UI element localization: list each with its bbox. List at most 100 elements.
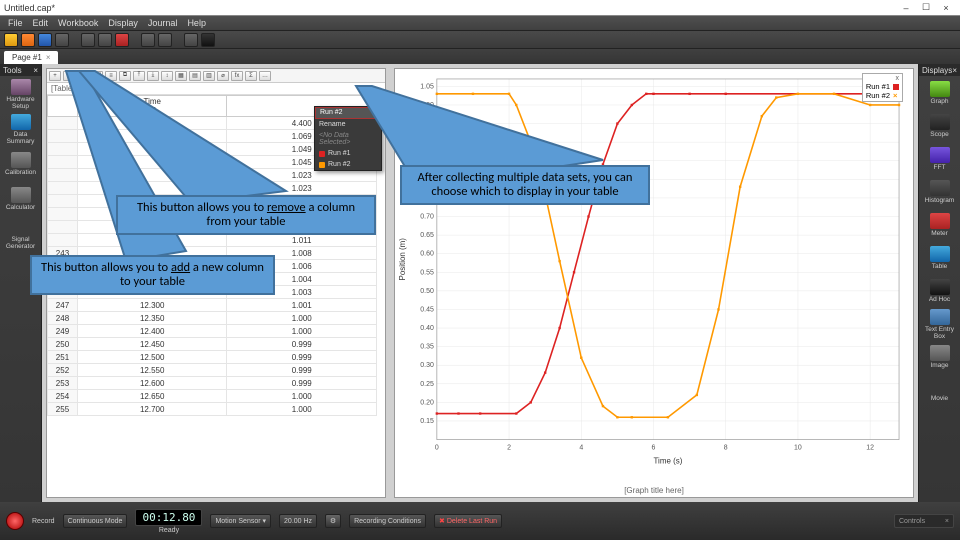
tb-save-icon[interactable] bbox=[38, 33, 52, 47]
tb-more-icon[interactable]: … bbox=[259, 71, 271, 81]
tb-fx-icon[interactable]: fx bbox=[231, 71, 243, 81]
tb-page-del-icon[interactable] bbox=[115, 33, 129, 47]
tb-redo-icon[interactable] bbox=[158, 33, 172, 47]
tb-add-column-icon[interactable]: + bbox=[49, 71, 61, 81]
run-menu-run2[interactable]: Run #2 bbox=[315, 159, 381, 170]
table-row[interactable]: 25112.5000.999 bbox=[48, 351, 377, 364]
display-image[interactable]: Image bbox=[921, 341, 959, 373]
chart-area[interactable]: 0.150.200.250.300.350.400.450.500.550.60… bbox=[395, 69, 913, 485]
display-movie[interactable]: Movie bbox=[921, 374, 959, 406]
tb-sort-desc-icon[interactable]: ⤓ bbox=[147, 71, 159, 81]
page-tab-close-icon[interactable]: × bbox=[46, 53, 51, 62]
calibration-icon bbox=[11, 152, 31, 168]
tb-new-icon[interactable] bbox=[4, 33, 18, 47]
movie-icon bbox=[930, 378, 950, 394]
sample-rate[interactable]: 20.00 Hz bbox=[279, 514, 317, 528]
table-row[interactable]: 1.011 bbox=[48, 234, 377, 247]
graph-title-placeholder[interactable]: [Graph title here] bbox=[395, 485, 913, 497]
display-graph[interactable]: Graph bbox=[921, 77, 959, 109]
controls-box[interactable]: Controls× bbox=[894, 514, 954, 528]
displays-panel-close-icon[interactable]: × bbox=[952, 66, 957, 75]
legend-run1[interactable]: Run #1 bbox=[864, 82, 901, 91]
tool-calibration[interactable]: Calibration bbox=[2, 147, 40, 181]
tb-sort-icon[interactable]: ↕ bbox=[161, 71, 173, 81]
table-row[interactable]: 25412.6501.000 bbox=[48, 390, 377, 403]
record-button[interactable] bbox=[6, 512, 24, 530]
svg-text:0.90: 0.90 bbox=[420, 139, 434, 146]
menu-workbook[interactable]: Workbook bbox=[58, 18, 98, 28]
run-dropdown-icon[interactable]: ▾ bbox=[372, 109, 376, 117]
window-minimize-button[interactable]: – bbox=[896, 3, 916, 13]
table-row[interactable]: 25212.5500.999 bbox=[48, 364, 377, 377]
sensor-selector[interactable]: Motion Sensor ▾ bbox=[210, 514, 271, 528]
svg-text:0.60: 0.60 bbox=[420, 251, 434, 258]
tb-grid1-icon[interactable]: ▦ bbox=[175, 71, 187, 81]
delete-last-run[interactable]: ✖Delete Last Run bbox=[434, 514, 502, 528]
tool-hardware-setup[interactable]: Hardware Setup bbox=[2, 77, 40, 111]
run-menu-nodata[interactable]: <No Data Selected> bbox=[315, 130, 381, 148]
menu-file[interactable]: File bbox=[8, 18, 23, 28]
display-meter[interactable]: Meter bbox=[921, 209, 959, 241]
svg-text:10: 10 bbox=[794, 445, 802, 452]
tb-delete-icon[interactable]: ⌫ bbox=[91, 71, 103, 81]
table-row[interactable]: 1.023 bbox=[48, 182, 377, 195]
table-row[interactable]: 24912.4001.000 bbox=[48, 325, 377, 338]
window-close-button[interactable]: × bbox=[936, 3, 956, 13]
table-row[interactable]: 25512.7001.000 bbox=[48, 403, 377, 416]
table-row[interactable]: 24812.3501.000 bbox=[48, 312, 377, 325]
tb-undo-icon[interactable] bbox=[141, 33, 155, 47]
tool-calculator[interactable]: Calculator bbox=[2, 182, 40, 216]
page-tab-1[interactable]: Page #1 × bbox=[4, 51, 58, 64]
svg-text:6: 6 bbox=[652, 445, 656, 452]
mode-selector[interactable]: Continuous Mode bbox=[63, 514, 128, 528]
table-title[interactable]: [Table title here] bbox=[47, 83, 385, 95]
tb-snapshot-icon[interactable] bbox=[201, 33, 215, 47]
menu-journal[interactable]: Journal bbox=[148, 18, 178, 28]
run-selector-head[interactable]: Run #2▾ bbox=[315, 107, 381, 119]
legend-run2[interactable]: Run #2× bbox=[864, 91, 901, 100]
legend-close-icon[interactable]: x bbox=[896, 75, 900, 82]
tb-copy-icon[interactable]: ⧉ bbox=[119, 71, 131, 81]
tb-remove-column-icon[interactable]: − bbox=[63, 71, 75, 81]
display-text-entry[interactable]: Text Entry Box bbox=[921, 308, 959, 340]
rate-adjust-icon[interactable]: ⚙ bbox=[325, 514, 341, 528]
tool-signal-generator[interactable]: Signal Generator bbox=[2, 217, 40, 251]
chart-legend[interactable]: x Run #1 Run #2× bbox=[862, 73, 903, 102]
menu-bar: File Edit Workbook Display Journal Help bbox=[0, 16, 960, 31]
display-histogram[interactable]: Histogram bbox=[921, 176, 959, 208]
scope-icon bbox=[930, 114, 950, 130]
menu-help[interactable]: Help bbox=[187, 18, 206, 28]
display-table[interactable]: Table bbox=[921, 242, 959, 274]
page-tab-label: Page #1 bbox=[12, 53, 42, 62]
run-menu-rename[interactable]: Rename bbox=[315, 119, 381, 130]
tool-data-summary[interactable]: Data Summary bbox=[2, 112, 40, 146]
menu-display[interactable]: Display bbox=[108, 18, 138, 28]
display-fft[interactable]: FFT bbox=[921, 143, 959, 175]
tb-stats-icon[interactable]: ⌀ bbox=[217, 71, 229, 81]
recording-conditions[interactable]: Recording Conditions bbox=[349, 514, 426, 528]
tb-sigma-icon[interactable]: Σ bbox=[245, 71, 257, 81]
display-adhoc[interactable]: Ad Hoc bbox=[921, 275, 959, 307]
tb-cells-icon[interactable]: ⊞ bbox=[77, 71, 89, 81]
run-menu-run1[interactable]: Run #1 bbox=[315, 148, 381, 159]
menu-edit[interactable]: Edit bbox=[33, 18, 49, 28]
tb-saveas-icon[interactable] bbox=[55, 33, 69, 47]
controls-close-icon[interactable]: × bbox=[945, 518, 949, 525]
svg-text:0.70: 0.70 bbox=[420, 214, 434, 221]
tb-rows-icon[interactable]: ≡ bbox=[105, 71, 117, 81]
tb-page-dup-icon[interactable] bbox=[98, 33, 112, 47]
tb-open-icon[interactable] bbox=[21, 33, 35, 47]
table-row[interactable]: 25312.6000.999 bbox=[48, 377, 377, 390]
tb-grid3-icon[interactable]: ▥ bbox=[203, 71, 215, 81]
display-scope[interactable]: Scope bbox=[921, 110, 959, 142]
table-toolbar: + − ⊞ ⌫ ≡ ⧉ ⤒ ⤓ ↕ ▦ ▤ ▥ ⌀ fx Σ … bbox=[47, 69, 385, 83]
tb-grid2-icon[interactable]: ▤ bbox=[189, 71, 201, 81]
tb-sort-asc-icon[interactable]: ⤒ bbox=[133, 71, 145, 81]
th-time[interactable]: Time (s) bbox=[77, 96, 227, 117]
tb-journal-icon[interactable] bbox=[184, 33, 198, 47]
table-row[interactable]: 25012.4500.999 bbox=[48, 338, 377, 351]
table-row[interactable]: 24712.3001.001 bbox=[48, 299, 377, 312]
tools-panel-close-icon[interactable]: × bbox=[33, 66, 38, 75]
tb-page-add-icon[interactable] bbox=[81, 33, 95, 47]
window-maximize-button[interactable]: ☐ bbox=[916, 2, 936, 13]
